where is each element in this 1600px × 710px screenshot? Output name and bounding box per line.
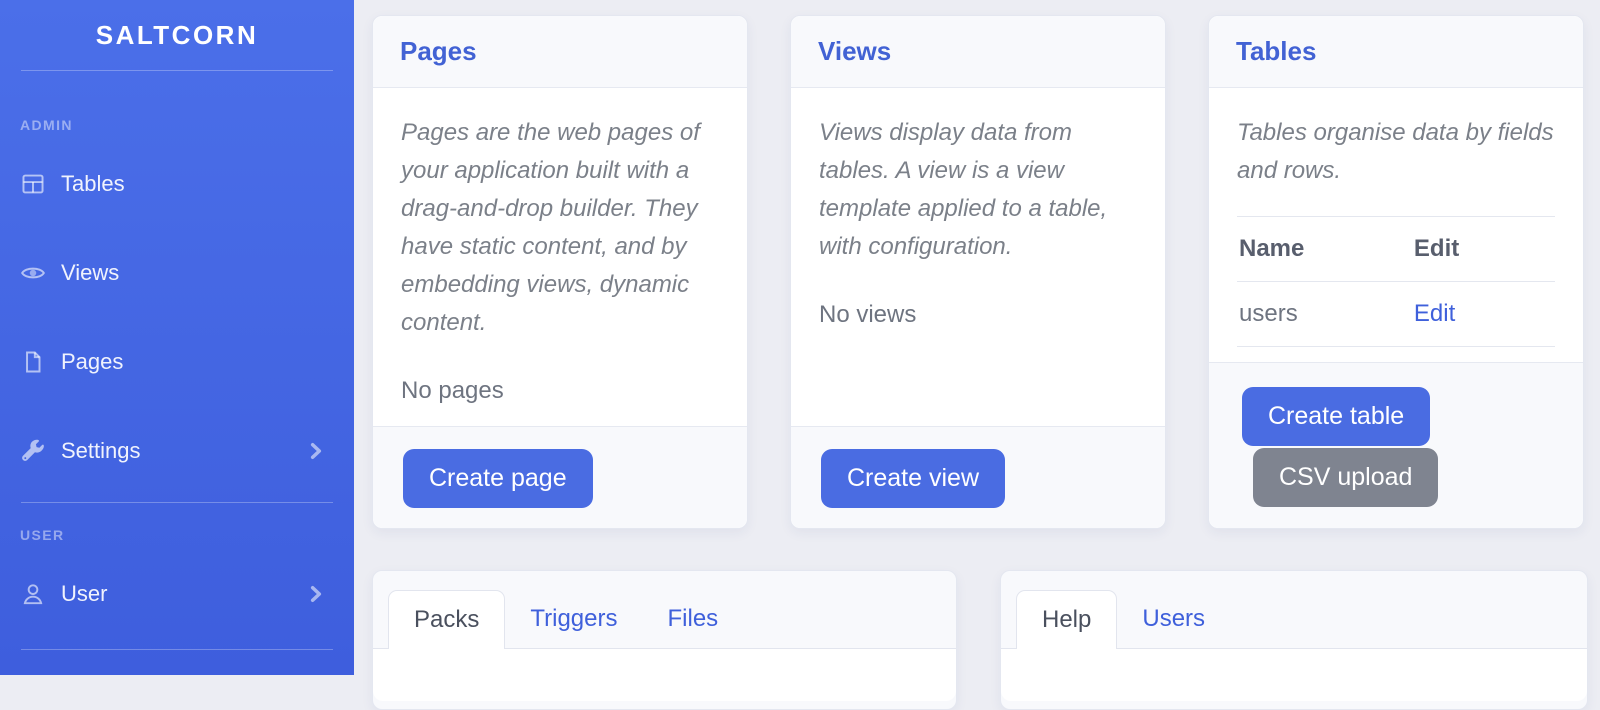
sidebar-item-label: Views <box>61 260 119 286</box>
sidebar-item-label: Tables <box>61 171 125 197</box>
sidebar-item-tables[interactable]: Tables <box>0 139 354 228</box>
sidebar: SALTCORN ADMIN Tables Views Pages <box>0 0 354 675</box>
sidebar-item-pages[interactable]: Pages <box>0 317 354 406</box>
file-icon <box>20 349 46 375</box>
sidebar-item-label: User <box>61 581 107 607</box>
table-icon <box>20 171 46 197</box>
tables-list: Name Edit users Edit <box>1237 216 1555 347</box>
csv-upload-button[interactable]: CSV upload <box>1253 448 1438 507</box>
views-empty-message: No views <box>819 296 1137 334</box>
sidebar-divider <box>21 649 333 650</box>
tab-packs[interactable]: Packs <box>388 590 505 649</box>
table-row: users Edit <box>1237 282 1555 347</box>
main-content: Pages Pages are the web pages of your ap… <box>354 0 1600 675</box>
user-icon <box>20 581 46 607</box>
sidebar-item-user[interactable]: User <box>0 549 354 638</box>
sidebar-divider <box>21 502 333 503</box>
tables-card: Tables Tables organise data by fields an… <box>1208 15 1584 529</box>
tables-card-title: Tables <box>1209 16 1583 88</box>
sidebar-section-admin-label: ADMIN <box>20 117 334 133</box>
eye-icon <box>20 260 46 286</box>
chevron-right-icon <box>306 584 326 604</box>
pages-card-title: Pages <box>373 16 747 88</box>
packs-triggers-files-card: Packs Triggers Files <box>372 570 957 710</box>
app-logo[interactable]: SALTCORN <box>0 0 354 70</box>
packs-tab-panel <box>373 649 956 701</box>
tab-help[interactable]: Help <box>1016 590 1117 649</box>
views-card: Views Views display data from tables. A … <box>790 15 1166 529</box>
create-table-button[interactable]: Create table <box>1242 387 1430 446</box>
table-name-cell: users <box>1237 282 1412 347</box>
help-tab-panel <box>1001 649 1587 701</box>
sidebar-section-user-label: USER <box>20 527 334 543</box>
sidebar-item-label: Pages <box>61 349 123 375</box>
sidebar-divider <box>21 70 333 71</box>
tab-files[interactable]: Files <box>643 590 744 648</box>
pages-description: Pages are the web pages of your applicat… <box>401 114 719 342</box>
chevron-right-icon <box>306 441 326 461</box>
pages-empty-message: No pages <box>401 372 719 410</box>
sidebar-item-settings[interactable]: Settings <box>0 406 354 495</box>
tab-users[interactable]: Users <box>1117 590 1230 648</box>
create-view-button[interactable]: Create view <box>821 449 1005 508</box>
sidebar-item-label: Settings <box>61 438 141 464</box>
create-page-button[interactable]: Create page <box>403 449 593 508</box>
views-description: Views display data from tables. A view i… <box>819 114 1137 266</box>
views-card-title: Views <box>791 16 1165 88</box>
pages-card: Pages Pages are the web pages of your ap… <box>372 15 748 529</box>
sidebar-item-views[interactable]: Views <box>0 228 354 317</box>
wrench-icon <box>20 438 46 464</box>
column-header-edit: Edit <box>1412 217 1555 282</box>
edit-table-link[interactable]: Edit <box>1414 300 1455 327</box>
help-users-card: Help Users <box>1000 570 1588 710</box>
column-header-name: Name <box>1237 217 1412 282</box>
tab-triggers[interactable]: Triggers <box>505 590 642 648</box>
tables-description: Tables organise data by fields and rows. <box>1237 114 1555 190</box>
